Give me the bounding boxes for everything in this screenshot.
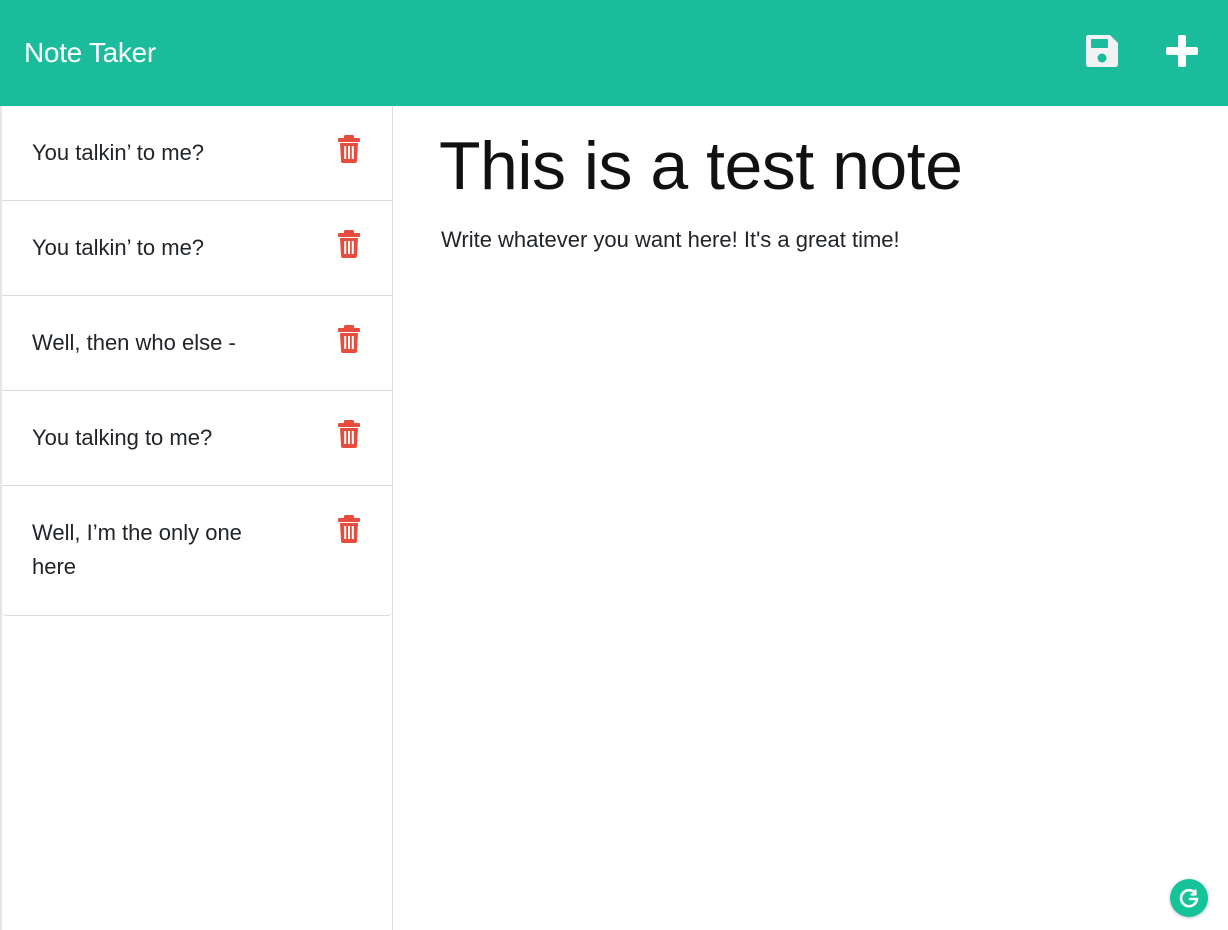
note-list-item[interactable]: Well, I’m the only one here xyxy=(2,486,392,616)
note-list-item-title[interactable]: Well, I’m the only one here xyxy=(32,516,272,584)
trash-icon[interactable] xyxy=(336,325,362,353)
note-list-item-title[interactable]: You talkin’ to me? xyxy=(32,231,272,265)
grammarly-button[interactable] xyxy=(1170,879,1208,917)
note-title-input[interactable] xyxy=(439,126,1199,206)
note-list-item-title[interactable]: You talking to me? xyxy=(32,421,272,455)
note-text-area[interactable]: Write whatever you want here! It's a gre… xyxy=(441,224,1201,824)
trash-icon[interactable] xyxy=(336,420,362,448)
note-list-item-title[interactable]: You talkin’ to me? xyxy=(32,136,272,170)
save-note-button[interactable] xyxy=(1083,32,1121,70)
note-list-item[interactable]: Well, then who else - xyxy=(2,296,392,391)
note-list-item[interactable]: You talking to me? xyxy=(2,391,392,486)
trash-icon[interactable] xyxy=(336,515,362,543)
note-list-item[interactable]: You talkin’ to me? xyxy=(2,201,392,296)
trash-icon[interactable] xyxy=(336,135,362,163)
note-editor: Write whatever you want here! It's a gre… xyxy=(393,106,1228,930)
notes-sidebar: You talkin’ to me? You talkin’ to me? We… xyxy=(0,106,393,930)
note-list: You talkin’ to me? You talkin’ to me? We… xyxy=(2,106,392,616)
app-title[interactable]: Note Taker xyxy=(24,34,156,72)
note-list-item[interactable]: You talkin’ to me? xyxy=(2,106,392,201)
trash-icon[interactable] xyxy=(336,230,362,258)
plus-icon xyxy=(1166,35,1198,67)
new-note-button[interactable] xyxy=(1163,32,1201,70)
save-icon xyxy=(1086,35,1118,67)
grammarly-icon xyxy=(1179,888,1199,908)
note-list-item-title[interactable]: Well, then who else - xyxy=(32,326,272,360)
navbar: Note Taker xyxy=(0,0,1228,106)
